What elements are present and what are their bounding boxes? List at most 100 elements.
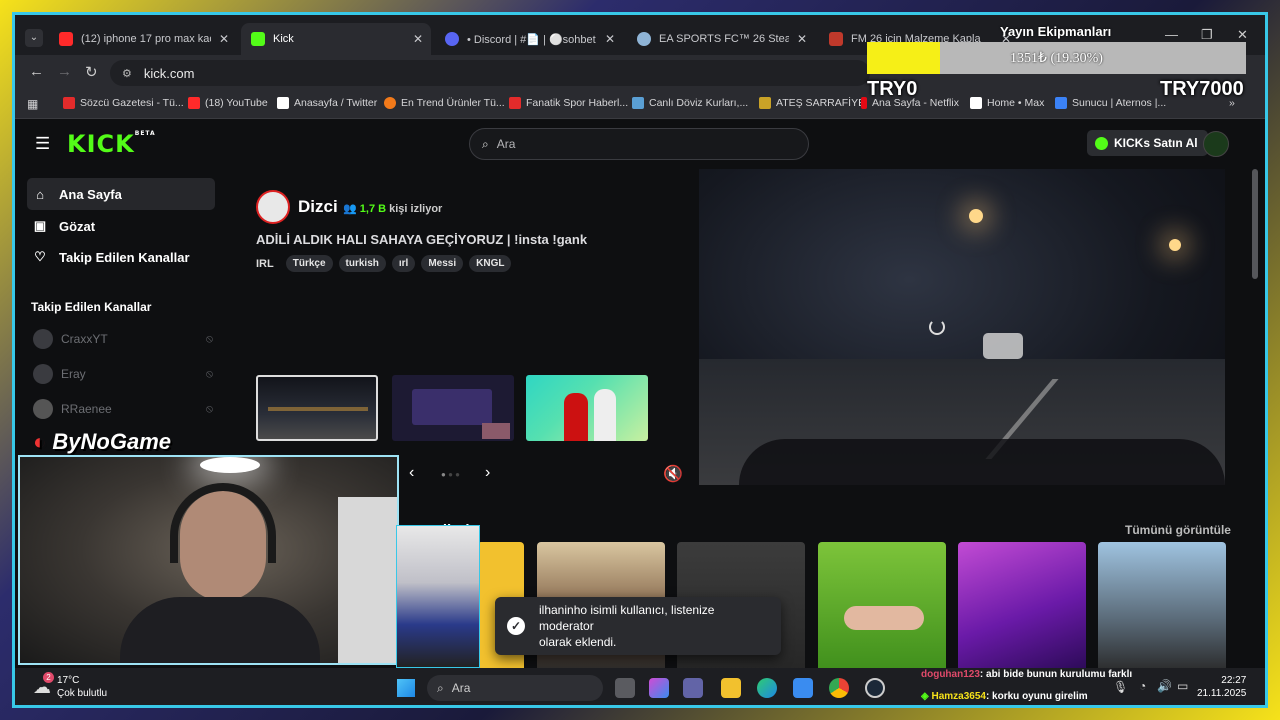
- close-icon[interactable]: ✕: [219, 32, 229, 46]
- carousel-next-icon[interactable]: ›: [485, 464, 490, 482]
- start-button[interactable]: [397, 679, 415, 697]
- sidebar-item-following[interactable]: ♡ Takip Edilen Kanallar: [27, 241, 215, 273]
- channel-name: Eray: [61, 367, 86, 381]
- taskbar-search-input[interactable]: ⌕ Ara: [427, 675, 603, 701]
- stream-category[interactable]: IRL: [256, 258, 274, 270]
- tab-kick[interactable]: Kick ✕: [241, 23, 431, 55]
- site-info-icon[interactable]: ⚙: [122, 67, 132, 80]
- muted-icon[interactable]: 🔇: [663, 464, 683, 484]
- bookmark-doviz[interactable]: Canlı Döviz Kurları,...: [632, 97, 748, 109]
- tab-search-button[interactable]: ⌄: [25, 29, 43, 47]
- carousel-prev-icon[interactable]: ‹: [409, 464, 414, 482]
- minimize-icon[interactable]: —: [1165, 27, 1178, 42]
- store-icon[interactable]: [793, 678, 813, 698]
- close-icon[interactable]: ✕: [605, 32, 615, 46]
- check-icon: ✓: [507, 617, 525, 635]
- microphone-icon[interactable]: 🎙: [1113, 680, 1128, 694]
- max-icon: [970, 97, 982, 109]
- tab-steam[interactable]: EA SPORTS FC™ 26 Steam'de % ✕: [627, 23, 815, 55]
- tag[interactable]: ırl: [391, 255, 416, 272]
- streamer-body: [120, 597, 320, 663]
- search-input[interactable]: ⌕ Ara: [469, 128, 809, 160]
- reload-icon[interactable]: ↻: [85, 63, 98, 81]
- weather-widget[interactable]: ☁ 2 17°C Çok bulutlu: [33, 672, 107, 700]
- bynogame-logo-icon: ◐: [33, 429, 47, 454]
- maximize-icon[interactable]: ❐: [1201, 27, 1213, 43]
- bookmark-max[interactable]: Home • Max: [970, 97, 1044, 109]
- featured-video-player[interactable]: [699, 169, 1225, 485]
- buy-kicks-label: KICKs Satın Al: [1114, 136, 1198, 150]
- apps-icon[interactable]: ▦: [27, 97, 38, 111]
- page-scrollbar[interactable]: [1252, 169, 1258, 279]
- teams-icon[interactable]: [683, 678, 703, 698]
- url-text: kick.com: [143, 65, 195, 81]
- forward-icon[interactable]: →: [57, 63, 72, 80]
- chart-icon: [632, 97, 644, 109]
- bookmark-trendyol[interactable]: En Trend Ürünler Tü...: [384, 97, 505, 109]
- copilot-icon[interactable]: [649, 678, 669, 698]
- volume-icon[interactable]: 🔊: [1157, 679, 1172, 693]
- bookmark-ates[interactable]: ATEŞ SARRAFİYE: [759, 97, 865, 109]
- donation-goal-start: TRY0: [867, 78, 918, 100]
- bookmark-fanatik[interactable]: Fanatik Spor Haberl...: [509, 97, 628, 109]
- buy-kicks-button[interactable]: KICKs Satın Al: [1087, 130, 1208, 156]
- bookmark-youtube[interactable]: (18) YouTube: [188, 97, 268, 109]
- avatar: [33, 329, 53, 349]
- menu-icon[interactable]: ☰: [35, 134, 50, 154]
- tab-discord[interactable]: • Discord | #📄 | ⚪sohbet | ✕: [435, 23, 623, 55]
- see-all-link[interactable]: Tümünü görüntüle: [1125, 523, 1231, 537]
- channel-name[interactable]: Dizci: [298, 197, 338, 217]
- bookmark-label: ATEŞ SARRAFİYE: [776, 97, 866, 109]
- tag[interactable]: Türkçe: [285, 255, 333, 272]
- close-icon[interactable]: ✕: [413, 32, 423, 46]
- trendyol-icon: [384, 97, 396, 109]
- chat-text: : abi bide bunun kurulumu farklı: [979, 669, 1133, 680]
- back-icon[interactable]: ←: [29, 63, 44, 80]
- headset: [170, 483, 276, 563]
- carousel-thumbnail[interactable]: [256, 375, 378, 441]
- tag[interactable]: Messi: [421, 255, 464, 272]
- x-icon: [277, 97, 289, 109]
- avatar: [33, 399, 53, 419]
- steam-icon: [637, 32, 651, 46]
- category-card-pubg[interactable]: [1098, 542, 1226, 668]
- weather-badge: 2: [43, 672, 54, 683]
- bookmark-sozcu[interactable]: Sözcü Gazetesi - Tü...: [63, 97, 184, 109]
- channel-avatar[interactable]: [256, 190, 290, 224]
- bookmarks-bar: ▦ Sözcü Gazetesi - Tü... (18) YouTube An…: [15, 91, 1265, 119]
- stream-title: ADİLİ ALDIK HALI SAHAYA GEÇİYORUZ | !ins…: [256, 232, 588, 247]
- chat-username: Hamza3654: [931, 691, 986, 702]
- tab-title: EA SPORTS FC™ 26 Steam'de %: [659, 33, 789, 45]
- task-view-icon[interactable]: [615, 678, 635, 698]
- close-icon[interactable]: ✕: [797, 32, 807, 46]
- file-explorer-icon[interactable]: [721, 678, 741, 698]
- toast-line: ilhaninho isimli kullanıcı, listenize mo…: [539, 603, 715, 633]
- followed-channel[interactable]: CraxxYT ⦸: [33, 329, 213, 349]
- edge-icon[interactable]: [757, 678, 777, 698]
- webcam-overlay: [18, 455, 399, 665]
- sidebar-item-label: Takip Edilen Kanallar: [59, 249, 190, 265]
- battery-icon[interactable]: ▭: [1177, 679, 1188, 693]
- window-close-icon[interactable]: ✕: [1237, 27, 1248, 43]
- sidebar-item-browse[interactable]: ▣ Gözat: [27, 210, 215, 242]
- kick-logo[interactable]: KICKBETA: [67, 130, 156, 158]
- tag[interactable]: KNGL: [469, 255, 512, 272]
- tag[interactable]: turkish: [338, 255, 386, 272]
- category-card-lol[interactable]: [958, 542, 1086, 668]
- steam-icon[interactable]: [865, 678, 885, 698]
- followed-channel[interactable]: RRaenee ⦸: [33, 399, 213, 419]
- carousel-thumbnail[interactable]: [526, 375, 648, 441]
- wifi-icon[interactable]: ◔: [1139, 679, 1146, 693]
- search-placeholder: Ara: [496, 137, 516, 151]
- followed-channel[interactable]: Eray ⦸: [33, 364, 213, 384]
- carousel-thumbnail[interactable]: [392, 375, 514, 441]
- avatar[interactable]: [1203, 131, 1229, 157]
- clock[interactable]: 22:27 21.11.2025: [1197, 674, 1246, 700]
- category-card-irl[interactable]: [818, 542, 946, 668]
- url-field[interactable]: ⚙ kick.com: [110, 60, 870, 86]
- tab-youtube[interactable]: (12) iphone 17 pro max kaç gün ✕: [49, 23, 237, 55]
- sidebar-item-home[interactable]: ⌂ Ana Sayfa: [27, 178, 215, 210]
- bookmark-twitter[interactable]: Anasayfa / Twitter: [277, 97, 377, 109]
- bookmark-aternos[interactable]: Sunucu | Aternos |...: [1055, 97, 1166, 109]
- chrome-icon[interactable]: [829, 678, 849, 698]
